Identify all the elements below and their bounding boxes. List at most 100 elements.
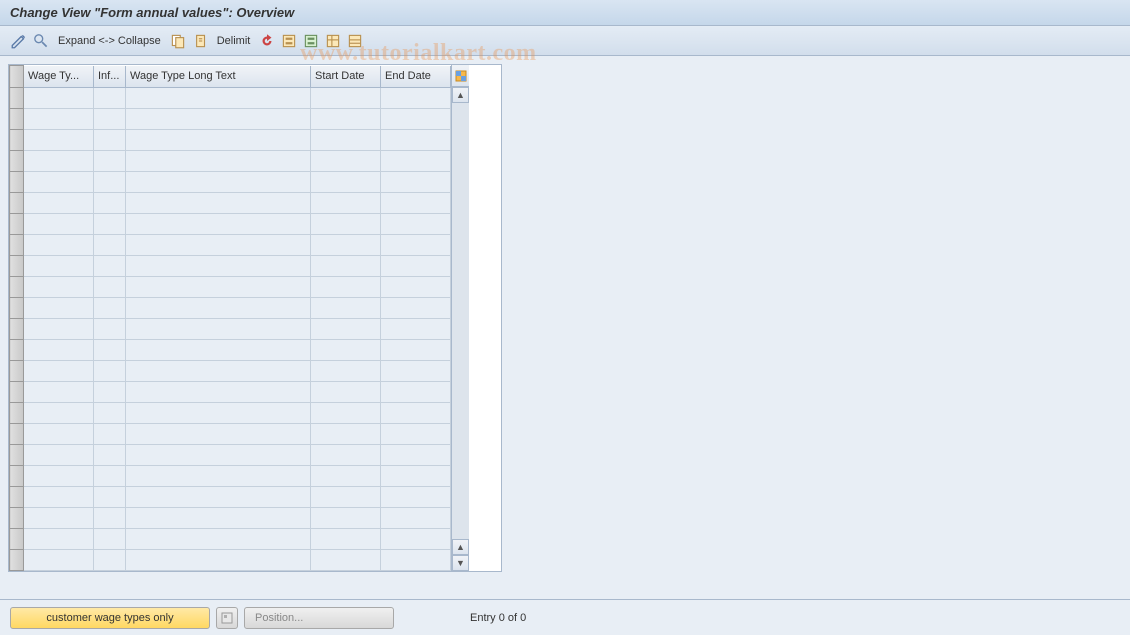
row-selector[interactable] bbox=[10, 172, 24, 193]
customer-wage-types-button[interactable]: customer wage types only bbox=[10, 607, 210, 629]
cell[interactable] bbox=[311, 277, 381, 298]
cell[interactable] bbox=[94, 466, 126, 487]
cell[interactable] bbox=[126, 382, 311, 403]
table-row[interactable] bbox=[10, 361, 451, 382]
cell[interactable] bbox=[94, 550, 126, 571]
cell[interactable] bbox=[94, 403, 126, 424]
cell[interactable] bbox=[94, 361, 126, 382]
col-header-wage-type-long-text[interactable]: Wage Type Long Text bbox=[126, 66, 311, 88]
table-row[interactable] bbox=[10, 256, 451, 277]
row-selector[interactable] bbox=[10, 256, 24, 277]
cell[interactable] bbox=[24, 382, 94, 403]
configure-icon[interactable] bbox=[324, 32, 342, 50]
cell[interactable] bbox=[126, 319, 311, 340]
cell[interactable] bbox=[381, 466, 451, 487]
cell[interactable] bbox=[381, 382, 451, 403]
cell[interactable] bbox=[126, 88, 311, 109]
cell[interactable] bbox=[381, 214, 451, 235]
cell[interactable] bbox=[94, 172, 126, 193]
table-row[interactable] bbox=[10, 151, 451, 172]
table-row[interactable] bbox=[10, 487, 451, 508]
cell[interactable] bbox=[94, 529, 126, 550]
row-selector[interactable] bbox=[10, 403, 24, 424]
cell[interactable] bbox=[126, 298, 311, 319]
undo-icon[interactable] bbox=[258, 32, 276, 50]
cell[interactable] bbox=[126, 130, 311, 151]
cell[interactable] bbox=[126, 424, 311, 445]
table-row[interactable] bbox=[10, 109, 451, 130]
cell[interactable] bbox=[24, 340, 94, 361]
table-configure-icon[interactable] bbox=[452, 65, 469, 87]
cell[interactable] bbox=[311, 382, 381, 403]
cell[interactable] bbox=[311, 193, 381, 214]
cell[interactable] bbox=[311, 487, 381, 508]
cell[interactable] bbox=[381, 235, 451, 256]
cell[interactable] bbox=[24, 109, 94, 130]
cell[interactable] bbox=[311, 424, 381, 445]
cell[interactable] bbox=[126, 235, 311, 256]
cell[interactable] bbox=[126, 487, 311, 508]
row-selector[interactable] bbox=[10, 298, 24, 319]
cell[interactable] bbox=[24, 277, 94, 298]
row-selector[interactable] bbox=[10, 214, 24, 235]
row-selector[interactable] bbox=[10, 550, 24, 571]
table-row[interactable] bbox=[10, 319, 451, 340]
cell[interactable] bbox=[94, 382, 126, 403]
cell[interactable] bbox=[24, 550, 94, 571]
cell[interactable] bbox=[311, 172, 381, 193]
cell[interactable] bbox=[381, 172, 451, 193]
cell[interactable] bbox=[24, 130, 94, 151]
cell[interactable] bbox=[94, 445, 126, 466]
row-selector[interactable] bbox=[10, 319, 24, 340]
col-header-selector[interactable] bbox=[10, 66, 24, 88]
cell[interactable] bbox=[381, 487, 451, 508]
cell[interactable] bbox=[94, 151, 126, 172]
cell[interactable] bbox=[311, 319, 381, 340]
cell[interactable] bbox=[311, 466, 381, 487]
cell[interactable] bbox=[126, 109, 311, 130]
cell[interactable] bbox=[311, 340, 381, 361]
row-selector[interactable] bbox=[10, 340, 24, 361]
cell[interactable] bbox=[24, 298, 94, 319]
scroll-down-button[interactable]: ▼ bbox=[452, 555, 469, 571]
table-row[interactable] bbox=[10, 550, 451, 571]
cell[interactable] bbox=[381, 529, 451, 550]
cell[interactable] bbox=[94, 508, 126, 529]
cell[interactable] bbox=[381, 193, 451, 214]
scroll-up-button[interactable]: ▲ bbox=[452, 87, 469, 103]
table-row[interactable] bbox=[10, 298, 451, 319]
cell[interactable] bbox=[126, 466, 311, 487]
table-row[interactable] bbox=[10, 403, 451, 424]
row-selector[interactable] bbox=[10, 130, 24, 151]
cell[interactable] bbox=[24, 445, 94, 466]
cell[interactable] bbox=[94, 235, 126, 256]
table-row[interactable] bbox=[10, 529, 451, 550]
cell[interactable] bbox=[24, 88, 94, 109]
cell[interactable] bbox=[381, 277, 451, 298]
col-header-wage-type[interactable]: Wage Ty... bbox=[24, 66, 94, 88]
row-selector[interactable] bbox=[10, 424, 24, 445]
cell[interactable] bbox=[24, 403, 94, 424]
cell[interactable] bbox=[311, 235, 381, 256]
cell[interactable] bbox=[126, 508, 311, 529]
cell[interactable] bbox=[126, 214, 311, 235]
cell[interactable] bbox=[381, 130, 451, 151]
col-header-end-date[interactable]: End Date bbox=[381, 66, 451, 88]
cell[interactable] bbox=[311, 361, 381, 382]
cell[interactable] bbox=[381, 403, 451, 424]
cell[interactable] bbox=[126, 256, 311, 277]
table-row[interactable] bbox=[10, 193, 451, 214]
cell[interactable] bbox=[126, 151, 311, 172]
cell[interactable] bbox=[126, 340, 311, 361]
position-button[interactable]: Position... bbox=[244, 607, 394, 629]
cell[interactable] bbox=[24, 256, 94, 277]
table-row[interactable] bbox=[10, 214, 451, 235]
cell[interactable] bbox=[311, 151, 381, 172]
cell[interactable] bbox=[311, 529, 381, 550]
row-selector[interactable] bbox=[10, 487, 24, 508]
cell[interactable] bbox=[381, 508, 451, 529]
other-view-icon[interactable] bbox=[32, 32, 50, 50]
cell[interactable] bbox=[311, 403, 381, 424]
cell[interactable] bbox=[24, 151, 94, 172]
cell[interactable] bbox=[381, 445, 451, 466]
